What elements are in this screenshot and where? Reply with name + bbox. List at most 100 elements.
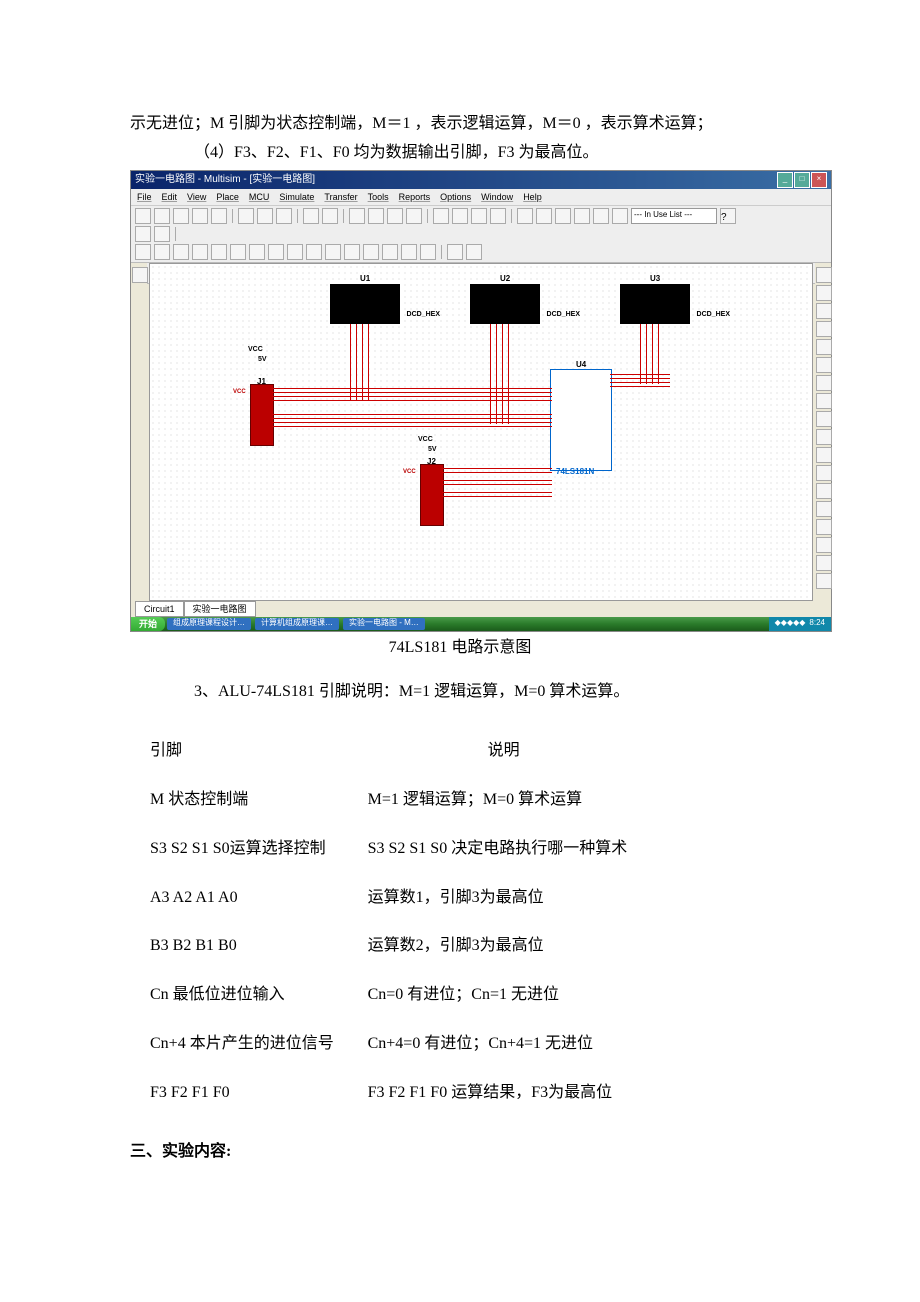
system-tray[interactable]: ◆◆◆◆◆ 8:24 [769,617,831,631]
misc6-icon[interactable] [612,208,628,224]
misc3-icon[interactable] [555,208,571,224]
bode-icon[interactable] [816,357,832,373]
maximize-icon[interactable]: □ [794,172,810,188]
scope-icon[interactable] [816,321,832,337]
table-row: Cn+4 本片产生的进位信号Cn+4=0 有进位；Cn+4=1 无进位 [130,1020,790,1069]
menu-file[interactable]: File [137,189,152,205]
labview-icon[interactable] [816,573,832,589]
zoom-out-icon[interactable] [387,208,403,224]
comp-basic-icon[interactable] [154,226,170,242]
place-trans-icon[interactable] [192,244,208,260]
taskbar-item-1[interactable]: 组成原理课程设计… [167,618,251,630]
4ch-scope-icon[interactable] [816,339,832,355]
comp-group-icon[interactable] [135,226,151,242]
dist-icon[interactable] [816,465,832,481]
place-basic-icon[interactable] [154,244,170,260]
place-hier-icon[interactable] [447,244,463,260]
in-use-list-dropdown[interactable]: --- In Use List --- [631,208,717,224]
undo-icon[interactable] [303,208,319,224]
menu-bar: File Edit View Place MCU Simulate Transf… [131,189,831,206]
menu-help[interactable]: Help [523,189,542,205]
tab-circuit1[interactable]: Circuit1 [135,601,184,617]
place-diode-icon[interactable] [173,244,189,260]
postproc-icon[interactable] [490,208,506,224]
wordgen-icon[interactable] [816,393,832,409]
place-elec-icon[interactable] [382,244,398,260]
comp-icon[interactable] [433,208,449,224]
misc2-icon[interactable] [536,208,552,224]
copy-icon[interactable] [257,208,273,224]
place-src-icon[interactable] [135,244,151,260]
menu-mcu[interactable]: MCU [249,189,270,205]
cut-icon[interactable] [238,208,254,224]
save-icon[interactable] [173,208,189,224]
table-row: M 状态控制端M=1 逻辑运算；M=0 算术运算 [130,776,790,825]
minimize-icon[interactable]: _ [777,172,793,188]
place-analog-icon[interactable] [211,244,227,260]
logic-ana-icon[interactable] [816,411,832,427]
open-icon[interactable] [154,208,170,224]
table-row: A3 A2 A1 A0运算数1，引脚3为最高位 [130,874,790,923]
pin-description-table: 引脚 说明 M 状态控制端M=1 逻辑运算；M=0 算术运算 S3 S2 S1 … [130,727,790,1117]
circuit-canvas[interactable]: U1 DCD_HEX U2 DCD_HEX U3 DCD_HEX VCC 5V … [149,263,813,601]
grapher-icon[interactable] [471,208,487,224]
menu-transfer[interactable]: Transfer [324,189,357,205]
close-icon[interactable]: × [811,172,827,188]
db-icon[interactable] [452,208,468,224]
place-ttl-icon[interactable] [230,244,246,260]
misc4-icon[interactable] [574,208,590,224]
zoom-full-icon[interactable] [349,208,365,224]
zoom-in-icon[interactable] [368,208,384,224]
window-titlebar: 实验一电路图 - Multisim - [实验一电路图] _ □ × [131,171,831,189]
misc5-icon[interactable] [593,208,609,224]
place-ladder-icon[interactable] [401,244,417,260]
help-icon[interactable]: ? [720,208,736,224]
start-button[interactable]: 开始 [131,617,165,631]
print-icon[interactable] [192,208,208,224]
place-mixed-icon[interactable] [287,244,303,260]
side-l1-icon[interactable] [132,267,148,283]
section-3-title: 三、实验内容: [130,1138,790,1167]
place-power-icon[interactable] [325,244,341,260]
multisim-screenshot: 实验一电路图 - Multisim - [实验一电路图] _ □ × File … [130,170,832,632]
wire-layer [150,264,812,600]
new-icon[interactable] [135,208,151,224]
misc1-icon[interactable] [517,208,533,224]
paragraph-outputs: （4）F3、F2、F1、F0 均为数据输出引脚，F3 为最高位。 [130,139,790,168]
menu-reports[interactable]: Reports [399,189,431,205]
taskbar-item-3[interactable]: 实验一电路图 - M… [343,618,425,630]
redo-icon[interactable] [322,208,338,224]
figure-caption: 74LS181 电路示意图 [130,634,790,663]
tek-icon[interactable] [816,537,832,553]
zoom-area-icon[interactable] [406,208,422,224]
menu-place[interactable]: Place [216,189,239,205]
spec-icon[interactable] [816,483,832,499]
probe-icon[interactable] [816,555,832,571]
print-preview-icon[interactable] [211,208,227,224]
place-misc-icon[interactable] [268,244,284,260]
taskbar-item-2[interactable]: 计算机组成原理课… [255,618,339,630]
menu-edit[interactable]: Edit [162,189,178,205]
freq-icon[interactable] [816,375,832,391]
menu-view[interactable]: View [187,189,206,205]
place-bus-icon[interactable] [420,244,436,260]
tab-experiment[interactable]: 实验一电路图 [184,601,256,617]
logic-conv-icon[interactable] [816,429,832,445]
paste-icon[interactable] [276,208,292,224]
net-icon[interactable] [816,501,832,517]
funcgen-icon[interactable] [816,285,832,301]
place-rf-icon[interactable] [363,244,379,260]
wattmeter-icon[interactable] [816,303,832,319]
iv-icon[interactable] [816,447,832,463]
menu-options[interactable]: Options [440,189,471,205]
multimeter-icon[interactable] [816,267,832,283]
place-junc-icon[interactable] [466,244,482,260]
table-row: B3 B2 B1 B0运算数2，引脚3为最高位 [130,922,790,971]
menu-window[interactable]: Window [481,189,513,205]
agilent-icon[interactable] [816,519,832,535]
menu-simulate[interactable]: Simulate [279,189,314,205]
place-misc2-icon[interactable] [344,244,360,260]
place-cmos-icon[interactable] [249,244,265,260]
place-ind-icon[interactable] [306,244,322,260]
menu-tools[interactable]: Tools [368,189,389,205]
